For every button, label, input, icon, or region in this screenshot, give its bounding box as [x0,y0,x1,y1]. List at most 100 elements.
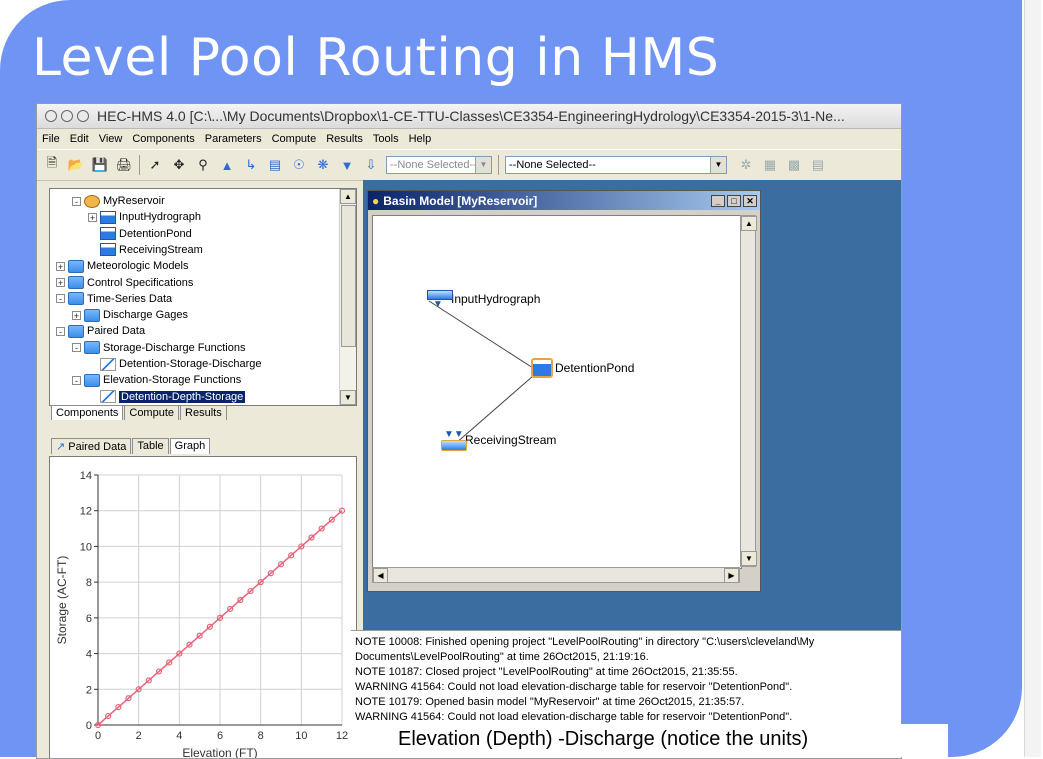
window-titlebar: HEC-HMS 4.0 [C:\...\My Documents\Dropbox… [37,104,901,129]
junction-tool-icon[interactable]: ☉ [290,156,308,174]
slide-caption: Elevation (Depth) -Discharge (notice the… [398,728,809,750]
tree-item[interactable]: + Control Specifications [56,275,193,291]
tree-item[interactable]: + InputHydrograph [88,209,201,225]
basin-canvas[interactable]: ▼ InputHydrograph DetentionPond ▼▼ Recei… [372,215,742,569]
expand-icon[interactable]: + [56,278,65,288]
zoom-icon[interactable]: ⚲ [194,156,212,174]
results-table-icon[interactable]: ▦ [761,156,779,174]
collapse-icon[interactable]: - [72,196,81,206]
sink-tool-icon[interactable]: ⇩ [362,156,380,174]
expand-icon[interactable]: + [88,212,97,222]
log-line: WARNING 41564: Could not load elevation-… [355,711,793,723]
tab-paired-data-label: Paired Data [68,441,127,453]
basin-vscroll[interactable]: ▲ ▼ [740,215,757,567]
menu-results[interactable]: Results [321,133,368,145]
y-tick-label: 10 [80,541,92,553]
collapse-icon[interactable]: - [56,294,65,304]
close-window-button[interactable] [45,110,57,122]
menu-file[interactable]: File [37,133,65,145]
menu-help[interactable]: Help [404,133,437,145]
new-file-icon[interactable]: 🗎 [43,155,61,174]
reservoir-tool-icon[interactable]: ▤ [266,156,284,174]
results-graph-icon[interactable]: ▩ [785,156,803,174]
tree-item[interactable]: - Paired Data [56,323,145,339]
save-icon[interactable]: 💾 [91,156,109,174]
tab-paired-data[interactable]: ↗ Paired Data [51,438,132,454]
y-tick-label: 14 [80,470,92,482]
basin-icon: ● [372,193,380,208]
tab-components[interactable]: Components [51,405,124,420]
minimize-window-button[interactable] [61,110,73,122]
expand-icon[interactable]: + [72,310,81,320]
menu-view[interactable]: View [94,133,128,145]
source-tool-icon[interactable]: ▼ [338,156,356,174]
menu-parameters[interactable]: Parameters [200,133,267,145]
menu-tools[interactable]: Tools [368,133,404,145]
curve-icon: ↗ [56,441,69,453]
results-summary-icon[interactable]: ▤ [809,156,827,174]
tree-item-label: Detention-Storage-Discharge [119,358,262,370]
menu-compute[interactable]: Compute [267,133,322,145]
move-tool-icon[interactable]: ✥ [170,156,188,174]
minimize-icon[interactable]: _ [711,194,725,207]
tree-item[interactable]: + Discharge Gages [72,307,188,323]
tree-item[interactable]: - Time-Series Data [56,291,172,307]
collapse-icon[interactable]: - [56,326,65,336]
x-tick-label: 4 [176,730,182,742]
y-tick-label: 6 [86,613,92,625]
tree-item-label: DetentionPond [119,227,192,240]
tree-item-label: Paired Data [87,325,146,338]
close-icon[interactable]: ✕ [743,194,757,207]
menu-components[interactable]: Components [127,133,199,145]
x-tick-label: 8 [258,730,264,742]
selection-dropdown[interactable]: --None Selected-- ▼ [505,156,727,174]
tree-item[interactable]: - Storage-Discharge Functions [72,340,245,356]
node-detentionpond[interactable]: DetentionPond [531,358,634,378]
subbasin-tool-icon[interactable]: ▲ [218,156,236,174]
right-scrollbar[interactable] [1022,0,1043,757]
x-tick-label: 2 [136,730,142,742]
run-select[interactable]: --None Selected-- ▼ [386,156,492,174]
tree-item[interactable]: Detention-Storage-Discharge [88,356,261,372]
basin-hscroll[interactable]: ◀ ▶ [372,567,740,583]
reservoir-icon [531,358,553,378]
basin-model-window: ● Basin Model [MyReservoir] _ □ ✕ ▼ Inpu… [367,190,761,592]
scroll-down-icon[interactable]: ▼ [340,390,356,405]
source-icon [100,210,116,224]
compute-icon[interactable]: ✲ [737,156,755,174]
tree-item[interactable]: + Meteorologic Models [56,258,189,274]
tab-results[interactable]: Results [180,405,227,420]
maximize-icon[interactable]: □ [727,194,741,207]
tree-item[interactable]: - MyReservoir [72,193,165,209]
window-title: HEC-HMS 4.0 [C:\...\My Documents\Dropbox… [97,108,845,124]
node-receivingstream[interactable]: ▼▼ ReceivingStream [441,429,556,451]
print-icon[interactable]: 🖨 [115,156,133,174]
run-select-value: --None Selected-- [390,159,477,171]
tab-compute[interactable]: Compute [124,405,180,420]
open-folder-icon[interactable]: 📂 [67,156,85,174]
reach-tool-icon[interactable]: ↳ [242,156,260,174]
log-line: NOTE 10008: Finished opening project "Le… [355,636,815,648]
tree-item[interactable]: Detention-Depth-Storage [88,389,246,405]
arrow-tool-icon[interactable]: ➚ [146,156,164,174]
tree-item-label: InputHydrograph [119,211,201,224]
expand-icon[interactable]: + [56,261,65,271]
tree-scrollbar[interactable]: ▲ ▼ [339,189,356,405]
tree-item[interactable]: - Elevation-Storage Functions [72,372,241,388]
tree-item[interactable]: DetentionPond [88,226,192,242]
tree-item[interactable]: ReceivingStream [88,242,203,258]
tree-item-label: Control Specifications [87,276,194,289]
menu-edit[interactable]: Edit [65,133,94,145]
tab-table[interactable]: Table [132,438,169,454]
collapse-icon[interactable]: - [72,375,81,385]
node-inputhydrograph[interactable]: ▼ InputHydrograph [427,290,540,310]
maximize-window-button[interactable] [77,110,89,122]
tab-graph[interactable]: Graph [169,438,211,454]
scroll-thumb[interactable] [341,205,356,347]
toolbar: 🗎 📂 💾 🖨 ➚ ✥ ⚲ ▲ ↳ ▤ ☉ ❋ ▼ ⇩ --None Selec… [37,149,901,181]
diversion-tool-icon[interactable]: ❋ [314,156,332,174]
node-label: DetentionPond [555,361,635,375]
collapse-icon[interactable]: - [72,343,81,353]
scroll-up-icon[interactable]: ▲ [340,189,356,204]
folder-icon [84,341,100,355]
